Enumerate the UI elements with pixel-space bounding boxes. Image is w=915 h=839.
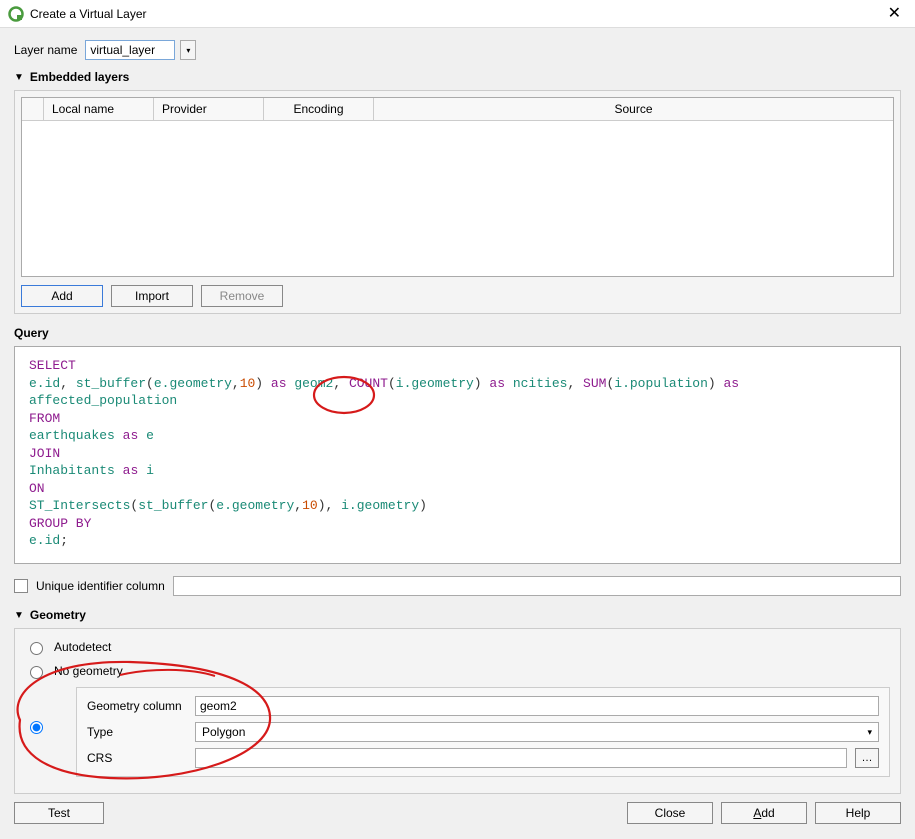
query-editor[interactable]: SELECTe.id, st_buffer(e.geometry,10) as … [14,346,901,564]
geometry-crs-label: CRS [87,751,187,765]
layer-name-label: Layer name [14,43,77,57]
layer-name-input[interactable] [85,40,175,60]
collapse-icon: ▼ [14,610,24,621]
query-label: Query [14,326,901,340]
table-header-checkbox [22,98,44,120]
embedded-remove-button: Remove [201,285,283,307]
qgis-icon [8,6,24,22]
uid-checkbox[interactable] [14,579,28,593]
table-header-encoding: Encoding [264,98,374,120]
geometry-type-value: Polygon [202,725,245,739]
geometry-column-label: Geometry column [87,699,187,713]
close-button-footer[interactable]: Close [627,802,713,824]
geometry-crs-browse-button[interactable]: … [855,748,879,768]
geometry-panel: Autodetect No geometry Geometry column T… [14,628,901,794]
embedded-layers-table[interactable]: Local name Provider Encoding Source [21,97,894,277]
table-header-source: Source [374,98,893,120]
footer: Test Close Add Help [0,794,915,834]
geometry-none-radio[interactable] [30,666,43,679]
geometry-none-label: No geometry [54,664,123,678]
table-header-provider: Provider [154,98,264,120]
geometry-type-select[interactable]: Polygon ▾ [195,722,879,742]
embedded-add-button[interactable]: Add [21,285,103,307]
embedded-layers-panel: Local name Provider Encoding Source Add … [14,90,901,314]
window-title: Create a Virtual Layer [30,7,147,21]
add-button-footer[interactable]: Add [721,802,807,824]
uid-label: Unique identifier column [36,579,165,593]
chevron-down-icon: ▾ [867,727,872,738]
geometry-manual-radio[interactable] [30,721,43,734]
layer-name-dropdown[interactable]: ▾ [180,40,196,60]
geometry-autodetect-label: Autodetect [54,640,111,654]
embedded-layers-header[interactable]: ▼ Embedded layers [14,70,901,84]
titlebar: Create a Virtual Layer ✕ [0,0,915,28]
table-header-localname: Local name [44,98,154,120]
close-button[interactable]: ✕ [882,4,907,24]
geometry-autodetect-radio[interactable] [30,642,43,655]
geometry-crs-input[interactable] [195,748,847,768]
test-button[interactable]: Test [14,802,104,824]
geometry-type-label: Type [87,725,187,739]
geometry-column-input[interactable] [195,696,879,716]
help-button[interactable]: Help [815,802,901,824]
embedded-import-button[interactable]: Import [111,285,193,307]
geometry-title: Geometry [30,608,86,622]
embedded-layers-title: Embedded layers [30,70,129,84]
uid-input[interactable] [173,576,901,596]
collapse-icon: ▼ [14,72,24,83]
geometry-header[interactable]: ▼ Geometry [14,608,901,622]
